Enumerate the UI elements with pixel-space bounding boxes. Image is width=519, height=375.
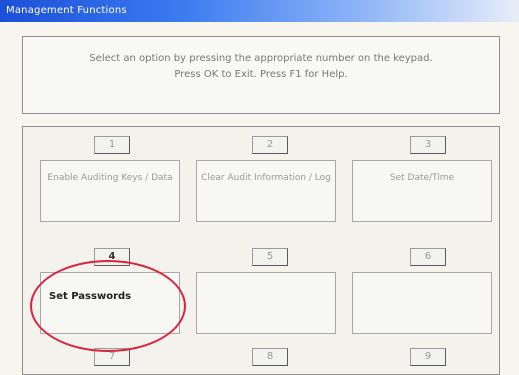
option-5-key-button[interactable]: 5 bbox=[252, 248, 288, 266]
instructions-line-2: Press OK to Exit. Press F1 for Help. bbox=[174, 69, 348, 80]
option-3-label: Set Date/Time bbox=[389, 173, 455, 183]
option-2-box[interactable]: Clear Audit Information / Log bbox=[196, 160, 336, 222]
option-5-box[interactable] bbox=[196, 272, 336, 334]
window-title: Management Functions bbox=[6, 5, 127, 16]
window-titlebar: Management Functions bbox=[0, 0, 519, 22]
instructions-line-1: Select an option by pressing the appropr… bbox=[89, 53, 433, 64]
option-2-label: Clear Audit Information / Log bbox=[201, 173, 331, 183]
option-1-label: Enable Auditing Keys / Data bbox=[47, 173, 173, 183]
option-1-box[interactable]: Enable Auditing Keys / Data bbox=[40, 160, 180, 222]
highlight-circle bbox=[30, 260, 186, 352]
instructions-box: Select an option by pressing the appropr… bbox=[22, 36, 500, 114]
option-3-box[interactable]: Set Date/Time bbox=[352, 160, 492, 222]
option-8-key-button[interactable]: 8 bbox=[252, 348, 288, 366]
management-window: Select an option by pressing the appropr… bbox=[0, 22, 519, 375]
option-9-key-button[interactable]: 9 bbox=[410, 348, 446, 366]
option-6-box[interactable] bbox=[352, 272, 492, 334]
option-2-key-button[interactable]: 2 bbox=[252, 136, 288, 154]
option-1-key-button[interactable]: 1 bbox=[94, 136, 130, 154]
option-6-key-button[interactable]: 6 bbox=[410, 248, 446, 266]
option-3-key-button[interactable]: 3 bbox=[410, 136, 446, 154]
